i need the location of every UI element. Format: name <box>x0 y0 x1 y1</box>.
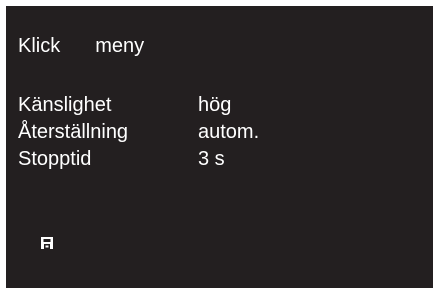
menu-label: meny <box>95 35 145 57</box>
setting-value: autom. <box>198 121 260 143</box>
setting-row-reset: Återställning autom. <box>18 119 408 146</box>
save-icon <box>41 237 53 249</box>
click-label: Klick <box>18 35 61 57</box>
setting-label: Återställning <box>18 121 129 143</box>
setting-row-stop-time: Stopptid 3 s <box>18 146 408 173</box>
setting-label: Stopptid <box>18 148 92 170</box>
device-display: Klick meny Känslighet hög Återställning a… <box>6 6 433 288</box>
setting-value: 3 s <box>198 148 225 170</box>
settings-list: Känslighet hög Återställning autom. Stop… <box>18 92 408 173</box>
setting-label: Känslighet <box>18 94 112 116</box>
setting-row-sensitivity: Känslighet hög <box>18 92 408 119</box>
setting-value: hög <box>198 94 232 116</box>
display-header: Klick meny <box>18 34 144 58</box>
